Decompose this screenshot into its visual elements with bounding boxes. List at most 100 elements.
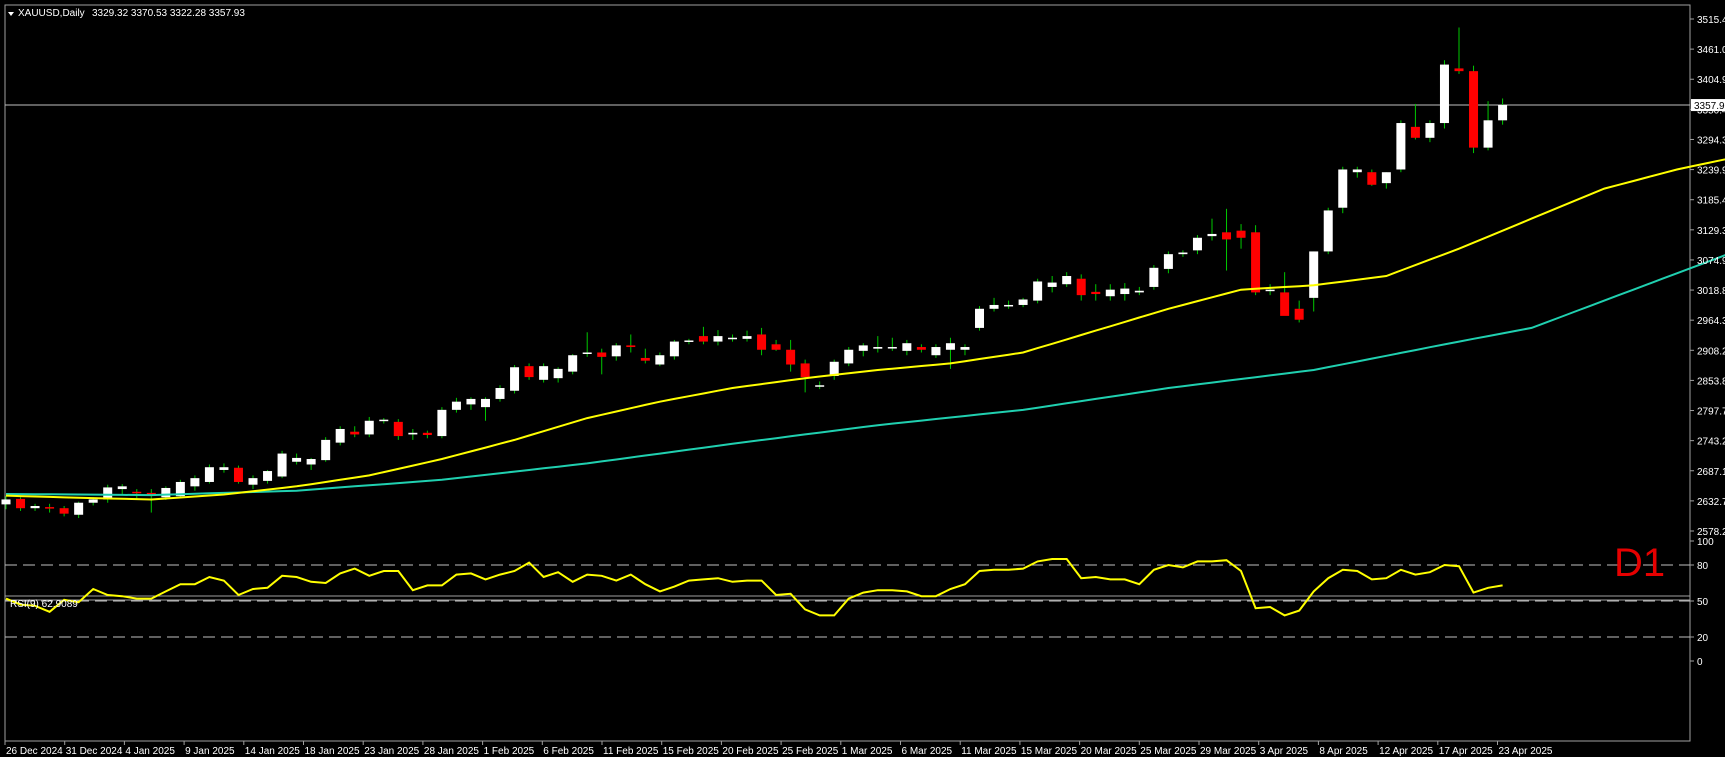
candle-body-bull [1018, 299, 1028, 305]
time-tick-label: 14 Jan 2025 [245, 746, 300, 757]
time-tick-label: 15 Mar 2025 [1021, 746, 1078, 757]
candle-body-bull [655, 355, 665, 365]
candle-body-bull [1033, 281, 1043, 301]
candle-body-bull [321, 439, 331, 461]
candle-body-bull [669, 341, 679, 357]
candle-body-bear [757, 334, 767, 350]
time-tick-label: 8 Apr 2025 [1319, 746, 1368, 757]
rsi-tick-label: 20 [1697, 633, 1709, 644]
time-tick-label: 20 Mar 2025 [1081, 746, 1138, 757]
candle[interactable] [204, 464, 214, 484]
candle[interactable] [1338, 166, 1348, 214]
ohlc-values: 3329.32 3370.53 3322.28 3357.93 [92, 8, 245, 19]
candle-body-bull [945, 343, 955, 350]
candle[interactable] [1439, 60, 1449, 129]
candle[interactable] [1251, 225, 1261, 296]
rsi-tick-label: 80 [1697, 561, 1709, 572]
candle[interactable] [1396, 120, 1406, 173]
candle-body-bull [1105, 289, 1115, 297]
price-tick-label: 2797.70 [1697, 407, 1725, 418]
candle[interactable] [335, 426, 345, 446]
candle[interactable] [510, 365, 520, 394]
price-tick-label: 2687.15 [1697, 467, 1725, 478]
time-tick-label: 11 Mar 2025 [961, 746, 1017, 757]
candle[interactable] [975, 306, 985, 331]
rsi-tick-label: 100 [1697, 537, 1714, 548]
candle[interactable] [1469, 65, 1479, 154]
candle-body-bull [582, 352, 592, 354]
current-price-label: 3357.93 [1694, 101, 1725, 112]
candle-body-bull [1483, 120, 1493, 148]
candle-body-bull [960, 347, 970, 350]
time-tick-label: 3 Apr 2025 [1260, 746, 1309, 757]
candle-body-bull [539, 366, 549, 380]
candle-body-bear [1469, 71, 1479, 148]
price-tick-label: 3515.45 [1697, 15, 1725, 26]
candle-body-bull [510, 367, 520, 391]
candle-body-bear [771, 344, 781, 350]
candle-body-bull [887, 347, 897, 349]
candle-body-bull [1425, 123, 1435, 138]
timeframe-watermark: D1 [1614, 541, 1665, 585]
chart-canvas[interactable]: XAUUSD,Daily 3329.32 3370.53 3322.28 335… [0, 0, 1725, 757]
price-tick-label: 3239.90 [1697, 166, 1725, 177]
candle[interactable] [233, 465, 243, 484]
symbol-header[interactable]: XAUUSD,Daily 3329.32 3370.53 3322.28 335… [8, 8, 245, 19]
candle[interactable] [539, 363, 549, 383]
candle-body-bull [88, 499, 98, 503]
price-tick-label: 3461.00 [1697, 45, 1725, 56]
candle-body-bear [1222, 232, 1232, 240]
time-tick-label: 25 Feb 2025 [782, 746, 839, 757]
candle[interactable] [277, 450, 287, 479]
time-tick-label: 31 Dec 2024 [66, 746, 123, 757]
candle[interactable] [1033, 278, 1043, 304]
time-tick-label: 9 Jan 2025 [185, 746, 235, 757]
candle-body-bear [786, 349, 796, 365]
candle-body-bear [132, 491, 142, 494]
candle[interactable] [437, 407, 447, 439]
candle-body-bull [219, 467, 229, 470]
candle-body-bull [335, 428, 345, 443]
candle-body-bull [815, 385, 825, 387]
candle-body-bear [626, 345, 636, 348]
price-tick-label: 3294.35 [1697, 135, 1725, 146]
candle-body-bull [1192, 237, 1202, 251]
candle[interactable] [1149, 265, 1159, 290]
candle-body-bear [1236, 230, 1246, 238]
candle-body-bull [1047, 282, 1057, 287]
candle[interactable] [844, 347, 854, 367]
candle-body-bear [1076, 278, 1086, 296]
candle-body-bear [16, 498, 26, 509]
time-tick-label: 25 Mar 2025 [1140, 746, 1197, 757]
time-tick-label: 18 Jan 2025 [305, 746, 360, 757]
candle[interactable] [568, 354, 578, 375]
candle-body-bull [117, 486, 127, 490]
candle-body-bull [74, 502, 84, 515]
candle-body-bull [1207, 233, 1217, 237]
candle[interactable] [321, 437, 331, 462]
rsi-label: RSI(9) 62.9089 [10, 599, 78, 610]
symbol-timeframe: XAUUSD,Daily [18, 8, 85, 19]
candle-body-bull [1323, 210, 1333, 252]
candle-body-bull [451, 401, 461, 410]
candle-body-bear [393, 421, 403, 437]
candle-body-bull [902, 343, 912, 351]
candle-body-bull [1163, 254, 1173, 269]
candle-body-bull [873, 347, 883, 349]
candle-body-bull [1062, 276, 1072, 285]
candle-body-bear [597, 352, 607, 357]
candle-body-bull [466, 398, 476, 405]
price-tick-label: 2743.25 [1697, 437, 1725, 448]
candle[interactable] [1323, 207, 1333, 255]
price-tick-label: 3129.35 [1697, 226, 1725, 237]
candle-body-bull [844, 349, 854, 364]
candle-body-bull [480, 398, 490, 408]
time-tick-label: 1 Feb 2025 [484, 746, 535, 757]
candle-body-bull [1, 499, 11, 505]
candle-body-bear [233, 467, 243, 482]
candle-body-bull [1498, 105, 1508, 121]
candle-body-bull [30, 506, 40, 509]
candle-body-bull [1178, 252, 1188, 255]
price-tick-label: 2853.80 [1697, 376, 1725, 387]
rsi-tick-label: 50 [1697, 597, 1709, 608]
